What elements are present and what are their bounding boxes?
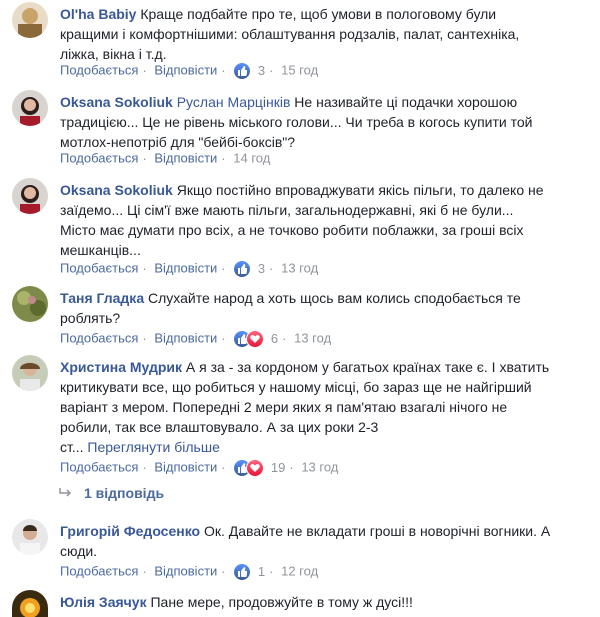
- comment-time[interactable]: 13 год: [281, 261, 318, 276]
- reply-link[interactable]: Відповісти: [154, 261, 217, 276]
- like-link[interactable]: Подобається: [60, 63, 138, 78]
- comment-actions: Подобається · Відповісти · 19 · 13 год: [60, 458, 339, 477]
- comment-author[interactable]: Юлія Заячук: [60, 594, 147, 610]
- reply-link[interactable]: Відповісти: [154, 564, 217, 579]
- reaction-count[interactable]: 3: [258, 63, 265, 78]
- comment-text: Oksana Sokoliuk Руслан Марцінків Не нази…: [60, 94, 533, 150]
- view-replies-link[interactable]: 1 відповідь: [58, 483, 164, 503]
- reply-link[interactable]: Відповісти: [154, 460, 217, 475]
- like-reaction-icon[interactable]: [233, 61, 252, 80]
- like-reaction-icon[interactable]: [233, 259, 252, 278]
- comment-author[interactable]: Oksana Sokoliuk: [60, 94, 173, 110]
- mention-link[interactable]: Руслан Марцінків: [177, 94, 291, 110]
- comment-author[interactable]: Ol'ha Babiy: [60, 6, 136, 22]
- avatar[interactable]: [12, 519, 48, 555]
- avatar[interactable]: [12, 286, 48, 322]
- comment-actions: Подобається · Відповісти · 6 · 13 год: [60, 329, 332, 348]
- comment-actions: Подобається · Відповісти · 3 · 15 год: [60, 61, 319, 80]
- comment-actions: Подобається · Відповісти · 14 год: [60, 150, 271, 166]
- avatar[interactable]: [12, 590, 48, 617]
- comment-text: Ol'ha Babiy Краще подбайте про те, щоб у…: [60, 6, 520, 62]
- comment-text: Григорій Федосенко Ок. Давайте не вклада…: [60, 523, 551, 559]
- comment-actions: Подобається · Відповісти · 3 · 13 год: [60, 259, 319, 278]
- like-link[interactable]: Подобається: [60, 261, 138, 276]
- see-more-link[interactable]: Переглянути більше: [87, 439, 219, 455]
- reaction-count[interactable]: 19: [271, 460, 285, 475]
- comment-time[interactable]: 13 год: [301, 460, 338, 475]
- comment-text: Юлія Заячук Пане мере, продовжуйте в том…: [60, 594, 413, 610]
- comment-author[interactable]: Христина Мудрик: [60, 359, 182, 375]
- comment-time[interactable]: 14 год: [233, 151, 270, 166]
- comment-actions: Подобається · Відповісти · 1 · 12 год: [60, 562, 319, 581]
- avatar[interactable]: [12, 355, 48, 391]
- comment-text: Таня Гладка Слухайте народ а хоть щось в…: [60, 290, 521, 326]
- reply-arrow-icon: [58, 483, 72, 503]
- avatar[interactable]: [12, 2, 48, 38]
- comment-time[interactable]: 13 год: [294, 331, 331, 346]
- like-link[interactable]: Подобається: [60, 460, 138, 475]
- like-link[interactable]: Подобається: [60, 331, 138, 346]
- love-reaction-icon[interactable]: [246, 329, 265, 348]
- comment-text: Христина Мудрик А я за - за кордоном у б…: [60, 359, 550, 455]
- reply-link[interactable]: Відповісти: [154, 63, 217, 78]
- love-reaction-icon[interactable]: [246, 458, 265, 477]
- replies-count-label[interactable]: 1 відповідь: [84, 485, 164, 501]
- comment-author[interactable]: Григорій Федосенко: [60, 523, 200, 539]
- comment-author[interactable]: Oksana Sokoliuk: [60, 182, 173, 198]
- reply-link[interactable]: Відповісти: [154, 151, 217, 166]
- reaction-count[interactable]: 6: [271, 331, 278, 346]
- avatar[interactable]: [12, 90, 48, 126]
- comment-author[interactable]: Таня Гладка: [60, 290, 144, 306]
- like-link[interactable]: Подобається: [60, 564, 138, 579]
- comment-text: Oksana Sokoliuk Якщо постійно впроваджув…: [60, 182, 544, 258]
- like-reaction-icon[interactable]: [233, 562, 252, 581]
- comment-time[interactable]: 15 год: [281, 63, 318, 78]
- like-link[interactable]: Подобається: [60, 151, 138, 166]
- reaction-count[interactable]: 1: [258, 564, 265, 579]
- reaction-count[interactable]: 3: [258, 261, 265, 276]
- avatar[interactable]: [12, 178, 48, 214]
- reply-link[interactable]: Відповісти: [154, 331, 217, 346]
- comment-time[interactable]: 12 год: [281, 564, 318, 579]
